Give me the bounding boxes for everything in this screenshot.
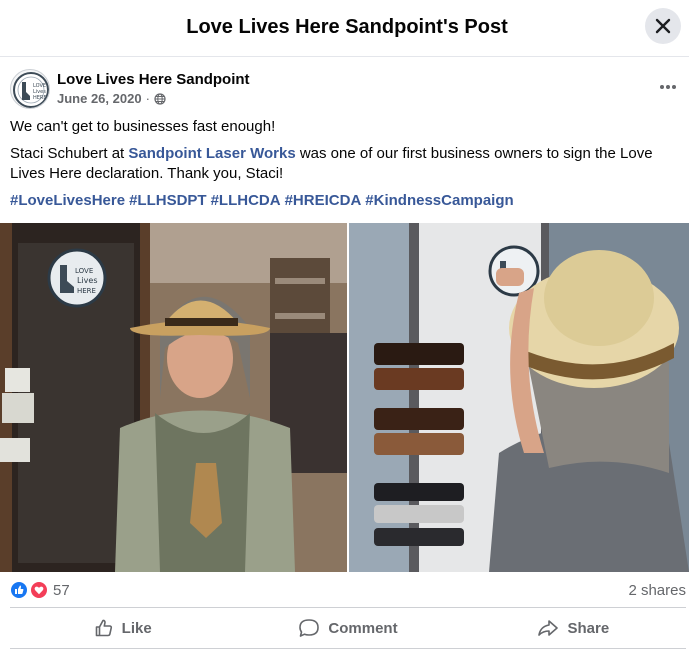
dialog-title: Love Lives Here Sandpoint's Post — [186, 16, 508, 38]
comment-icon — [299, 619, 320, 637]
action-bar: Like Comment Share — [10, 609, 686, 647]
photo-left[interactable]: LOVE Lives HERE — [0, 223, 347, 572]
sticker-text: HERE — [77, 287, 96, 295]
shares-count[interactable]: 2 shares — [628, 582, 686, 599]
like-reaction-icon — [10, 581, 28, 599]
close-icon — [655, 18, 671, 34]
post-photos: LOVE Lives HERE — [0, 223, 689, 572]
photo-woman-applying-sticker — [349, 223, 689, 572]
hashtag-link[interactable]: #LLHCDA — [211, 192, 281, 209]
comment-label: Comment — [328, 619, 398, 637]
divider-bottom — [10, 648, 686, 649]
share-label: Share — [567, 619, 610, 637]
post-text-prefix: Staci Schubert at — [10, 145, 129, 162]
more-options-button[interactable] — [655, 74, 681, 100]
thumbs-up-icon — [95, 619, 112, 637]
like-label: Like — [121, 619, 152, 637]
more-options-icon — [660, 85, 676, 89]
reactions-summary: 57 2 shares — [10, 578, 686, 602]
sticker-text: LOVE — [75, 267, 93, 275]
divider-top — [10, 607, 686, 608]
reaction-count[interactable]: 57 — [53, 582, 70, 599]
post-meta: June 26, 2020 · — [57, 91, 166, 106]
hashtags: #LoveLivesHere #LLHSDPT #LLHCDA #HREICDA #Ki… — [10, 191, 680, 211]
close-button[interactable] — [645, 8, 681, 44]
post-text: We can't get to businesses fast enough! … — [10, 117, 680, 191]
svg-text:HERE: HERE — [33, 95, 47, 101]
love-lives-here-logo: LOVE Lives HERE — [13, 72, 49, 108]
post-date[interactable]: June 26, 2020 — [57, 91, 142, 106]
dialog-header: Love Lives Here Sandpoint's Post — [0, 0, 689, 57]
meta-separator: · — [145, 91, 150, 106]
like-button[interactable]: Like — [10, 609, 235, 647]
hashtag-link[interactable]: #LLHSDPT — [129, 192, 207, 209]
share-button[interactable]: Share — [461, 609, 686, 647]
business-link[interactable]: Sandpoint Laser Works — [128, 145, 295, 162]
hashtag-link[interactable]: #LoveLivesHere — [10, 192, 125, 209]
hashtag-link[interactable]: #HREICDA — [285, 192, 362, 209]
page-avatar[interactable]: LOVE Lives HERE — [10, 69, 50, 109]
love-reaction-icon — [30, 581, 48, 599]
reaction-icons[interactable] — [10, 581, 48, 599]
post-text-line2: Staci Schubert at Sandpoint Laser Works … — [10, 144, 680, 184]
author-name[interactable]: Love Lives Here Sandpoint — [57, 71, 250, 88]
sticker-text: Lives — [77, 276, 98, 285]
photo-right[interactable] — [349, 223, 689, 572]
hashtag-link[interactable]: #KindnessCampaign — [365, 192, 513, 209]
comment-button[interactable]: Comment — [235, 609, 460, 647]
post-text-line1: We can't get to businesses fast enough! — [10, 118, 276, 135]
share-icon — [538, 620, 559, 636]
globe-icon — [154, 92, 166, 105]
post-author-row: LOVE Lives HERE Love Lives Here Sandpoin… — [10, 68, 680, 112]
photo-woman-in-shop: LOVE Lives HERE — [0, 223, 347, 572]
